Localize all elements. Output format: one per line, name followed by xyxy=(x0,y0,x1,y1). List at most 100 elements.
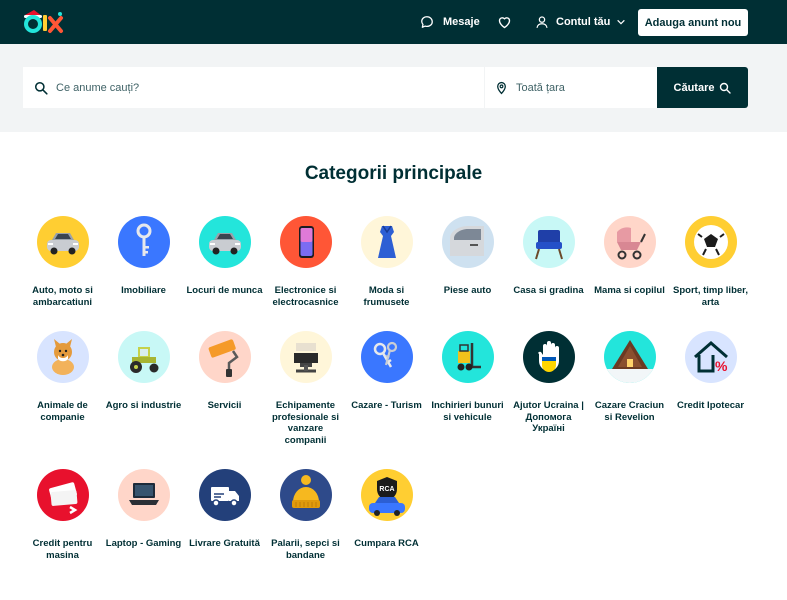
category-item[interactable]: Auto, moto si ambarcatiuni xyxy=(22,216,103,308)
category-label[interactable]: Palarii, sepci si bandane xyxy=(265,538,346,561)
chevron-down-icon xyxy=(617,19,626,25)
category-item[interactable]: Animale de companie xyxy=(22,331,103,423)
category-image[interactable] xyxy=(684,216,737,268)
category-label[interactable]: Locuri de munca xyxy=(184,285,265,297)
account-menu[interactable]: Contul tău xyxy=(535,0,626,44)
category-item[interactable]: Imobiliare xyxy=(103,216,184,297)
category-label[interactable]: Echipamente profesionale si vanzare comp… xyxy=(265,400,346,446)
category-image[interactable] xyxy=(36,469,89,521)
category-label[interactable]: Imobiliare xyxy=(103,285,184,297)
category-item[interactable]: % Credit Ipotecar xyxy=(670,331,751,412)
dress-icon xyxy=(377,225,396,258)
category-label[interactable]: Moda si frumusete xyxy=(346,285,427,308)
search-button[interactable]: Căutare xyxy=(657,67,748,108)
category-image[interactable] xyxy=(360,216,413,268)
category-image[interactable] xyxy=(36,331,89,383)
category-image[interactable] xyxy=(522,216,575,268)
search-field[interactable] xyxy=(23,67,484,108)
category-image[interactable] xyxy=(360,331,413,383)
category-item[interactable]: Casa si gradina xyxy=(508,216,589,297)
category-label[interactable]: Credit pentru masina xyxy=(22,538,103,561)
search-section: Căutare xyxy=(0,44,787,132)
olx-logo[interactable] xyxy=(22,7,66,35)
category-label[interactable]: Electronice si electrocasnice xyxy=(265,285,346,308)
category-label[interactable]: Casa si gradina xyxy=(508,285,589,297)
category-label[interactable]: Agro si industrie xyxy=(103,400,184,412)
category-label[interactable]: Mama si copilul xyxy=(589,285,670,297)
category-label[interactable]: Ajutor Ucraina | Допомога Україні xyxy=(508,400,589,435)
car-door-icon xyxy=(449,226,484,256)
messages-label: Mesaje xyxy=(443,16,480,28)
category-label[interactable]: Auto, moto si ambarcatiuni xyxy=(22,285,103,308)
category-image[interactable] xyxy=(198,469,251,521)
category-label[interactable]: Credit Ipotecar xyxy=(670,400,751,412)
category-image[interactable]: % xyxy=(684,331,737,383)
salon-chair-icon xyxy=(293,343,318,373)
category-label[interactable]: Servicii xyxy=(184,400,265,412)
category-item[interactable]: Electronice si electrocasnice xyxy=(265,216,346,308)
category-image[interactable] xyxy=(522,331,575,383)
category-image[interactable] xyxy=(279,331,332,383)
category-item[interactable]: Laptop - Gaming xyxy=(103,469,184,550)
category-image[interactable] xyxy=(441,331,494,383)
search-icon xyxy=(720,82,732,94)
category-item[interactable]: Mama si copilul xyxy=(589,216,670,297)
category-image[interactable] xyxy=(117,469,170,521)
category-image[interactable] xyxy=(198,331,251,383)
category-image[interactable] xyxy=(198,216,251,268)
favorites-link[interactable] xyxy=(497,0,512,44)
category-label[interactable]: Animale de companie xyxy=(22,400,103,423)
category-item[interactable]: Moda si frumusete xyxy=(346,216,427,308)
category-label[interactable]: Sport, timp liber, arta xyxy=(670,285,751,308)
location-input[interactable] xyxy=(516,81,646,94)
tractor-icon xyxy=(129,347,158,373)
category-item[interactable]: Credit pentru masina xyxy=(22,469,103,561)
category-label[interactable]: Inchirieri bunuri si vehicule xyxy=(427,400,508,423)
cabin-icon xyxy=(603,340,656,383)
category-item[interactable]: Servicii xyxy=(184,331,265,412)
chair-icon xyxy=(534,230,563,260)
category-item[interactable]: Cazare - Turism xyxy=(346,331,427,412)
category-item[interactable]: Inchirieri bunuri si vehicule xyxy=(427,331,508,423)
category-label[interactable]: Cazare - Turism xyxy=(346,400,427,412)
category-image[interactable] xyxy=(117,331,170,383)
dog-icon xyxy=(51,339,74,375)
category-item[interactable]: Sport, timp liber, arta xyxy=(670,216,751,308)
laptop-icon xyxy=(128,483,159,505)
category-item[interactable]: Palarii, sepci si bandane xyxy=(265,469,346,561)
category-item[interactable]: RCA Cumpara RCA xyxy=(346,469,427,550)
category-item[interactable]: Agro si industrie xyxy=(103,331,184,412)
category-label[interactable]: Livrare Gratuită xyxy=(184,538,265,550)
category-image[interactable] xyxy=(603,216,656,268)
account-label: Contul tău xyxy=(556,16,611,28)
category-label[interactable]: Laptop - Gaming xyxy=(103,538,184,550)
messages-link[interactable]: Mesaje xyxy=(420,0,480,44)
category-image[interactable] xyxy=(36,216,89,268)
key-icon xyxy=(136,223,151,256)
category-item[interactable]: Ajutor Ucraina | Допомога Україні xyxy=(508,331,589,435)
category-image[interactable] xyxy=(441,216,494,268)
category-image[interactable] xyxy=(279,216,332,268)
location-field[interactable] xyxy=(485,67,657,108)
category-image[interactable] xyxy=(603,331,656,383)
category-image[interactable] xyxy=(117,216,170,268)
category-label[interactable]: Piese auto xyxy=(427,285,508,297)
category-item[interactable]: Piese auto xyxy=(427,216,508,297)
chat-icon xyxy=(421,16,433,28)
category-item[interactable]: Livrare Gratuită xyxy=(184,469,265,550)
rca-car-icon: RCA xyxy=(368,477,405,516)
category-item[interactable]: Echipamente profesionale si vanzare comp… xyxy=(265,331,346,446)
search-input[interactable] xyxy=(56,81,436,94)
keys-icon xyxy=(373,341,397,368)
car-icon xyxy=(208,233,241,255)
post-ad-button[interactable]: Adauga anunt nou xyxy=(638,9,748,36)
category-item[interactable]: Locuri de munca xyxy=(184,216,265,297)
forklift-icon xyxy=(457,343,481,371)
category-label[interactable]: Cumpara RCA xyxy=(346,538,427,550)
category-label[interactable]: Cazare Craciun si Revelion xyxy=(589,400,670,423)
money-icon xyxy=(48,482,77,515)
top-header: Mesaje Contul tău Adauga anunt nou xyxy=(0,0,787,44)
category-image[interactable] xyxy=(279,469,332,521)
category-item[interactable]: Cazare Craciun si Revelion xyxy=(589,331,670,423)
category-image[interactable]: RCA xyxy=(360,469,413,521)
